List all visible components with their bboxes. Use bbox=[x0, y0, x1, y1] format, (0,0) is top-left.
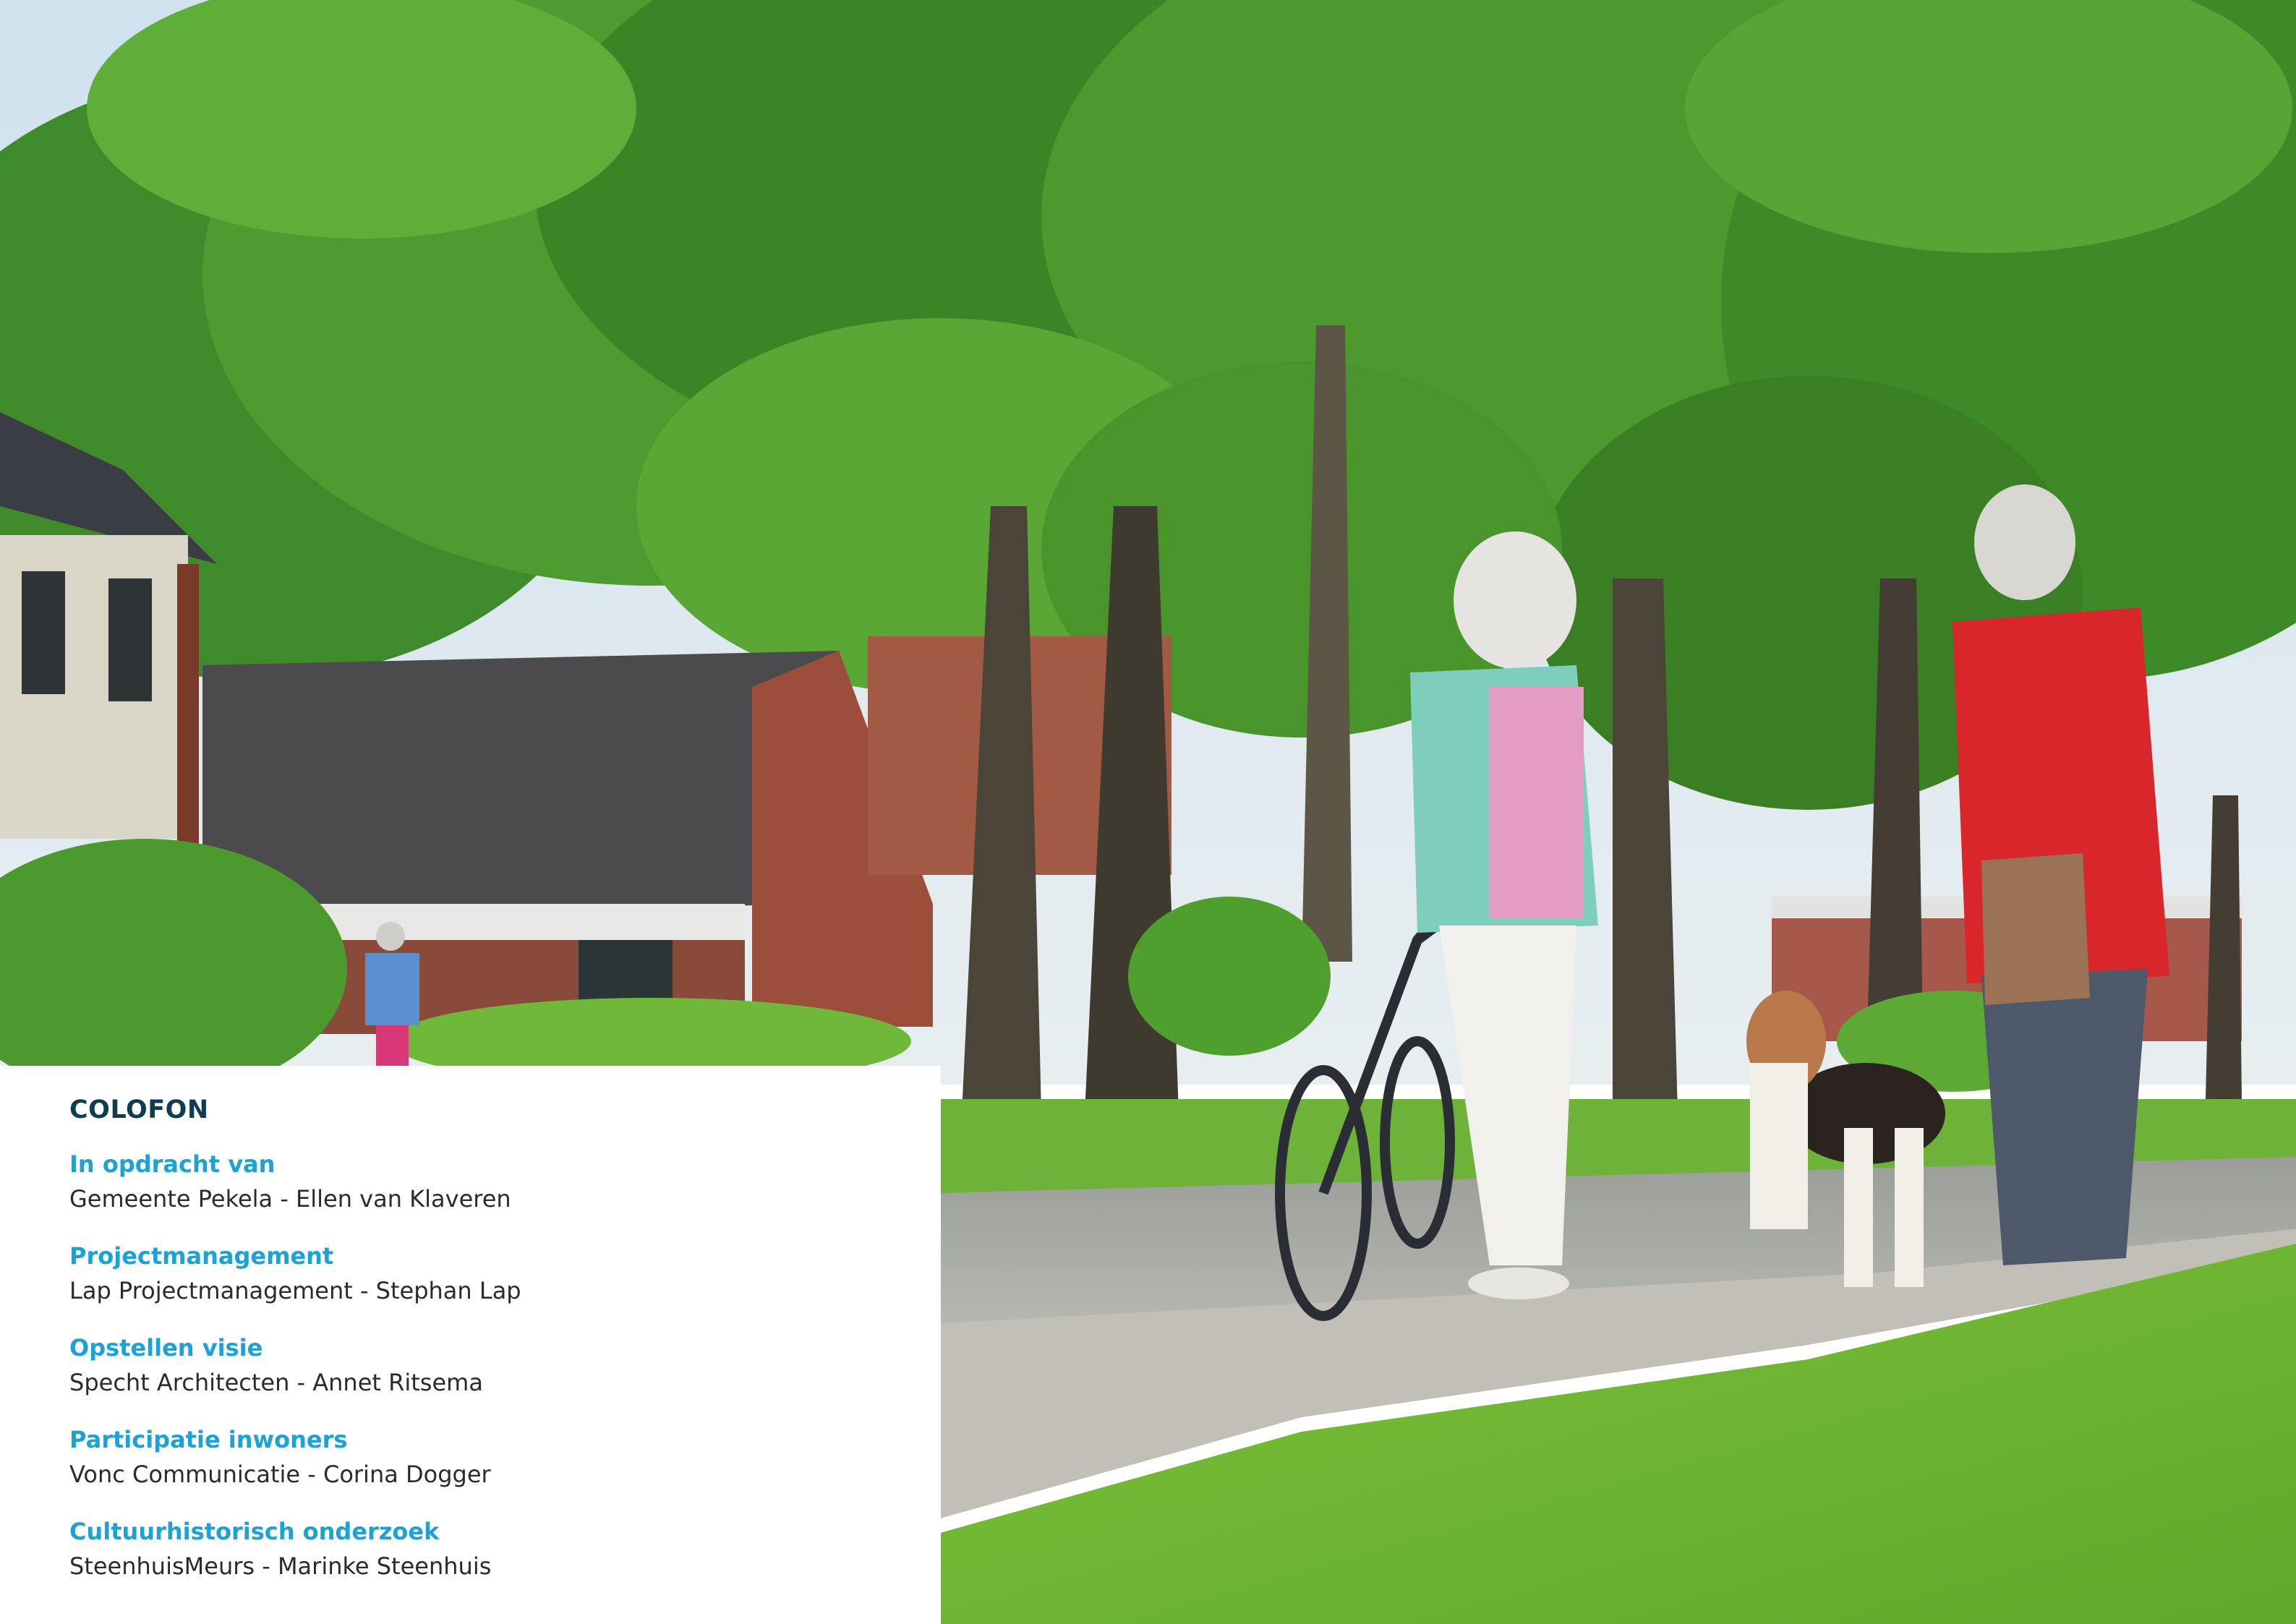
credit-name: SteenhuisMeurs - Marinke Steenhuis bbox=[69, 1552, 492, 1580]
credit-role: Cultuurhistorisch onderzoek bbox=[69, 1518, 440, 1545]
credit-role: Projectmanagement bbox=[69, 1242, 334, 1270]
credit-cultural-history: Cultuurhistorisch onderzoek SteenhuisMeu… bbox=[69, 1514, 941, 1584]
colofon-page: COLOFON In opdracht van Gemeente Pekela … bbox=[0, 0, 2296, 1624]
credit-role: Participatie inwoners bbox=[69, 1426, 348, 1453]
credit-project-management: Projectmanagement Lap Projectmanagement … bbox=[69, 1239, 941, 1308]
colofon-title: COLOFON bbox=[69, 1095, 209, 1124]
credit-role: Opstellen visie bbox=[69, 1334, 263, 1362]
credit-name: Vonc Communicatie - Corina Dogger bbox=[69, 1461, 491, 1488]
colofon-panel: COLOFON In opdracht van Gemeente Pekela … bbox=[0, 1066, 941, 1624]
credit-name: Lap Projectmanagement - Stephan Lap bbox=[69, 1277, 521, 1304]
credit-name: Specht Architecten - Annet Ritsema bbox=[69, 1369, 483, 1396]
credit-vision: Opstellen visie Specht Architecten - Ann… bbox=[69, 1330, 941, 1400]
credit-role: In opdracht van bbox=[69, 1150, 276, 1178]
credit-participation: Participatie inwoners Vonc Communicatie … bbox=[69, 1422, 941, 1492]
credit-name: Gemeente Pekela - Ellen van Klaveren bbox=[69, 1185, 511, 1213]
credit-commissioned-by: In opdracht van Gemeente Pekela - Ellen … bbox=[69, 1147, 941, 1216]
